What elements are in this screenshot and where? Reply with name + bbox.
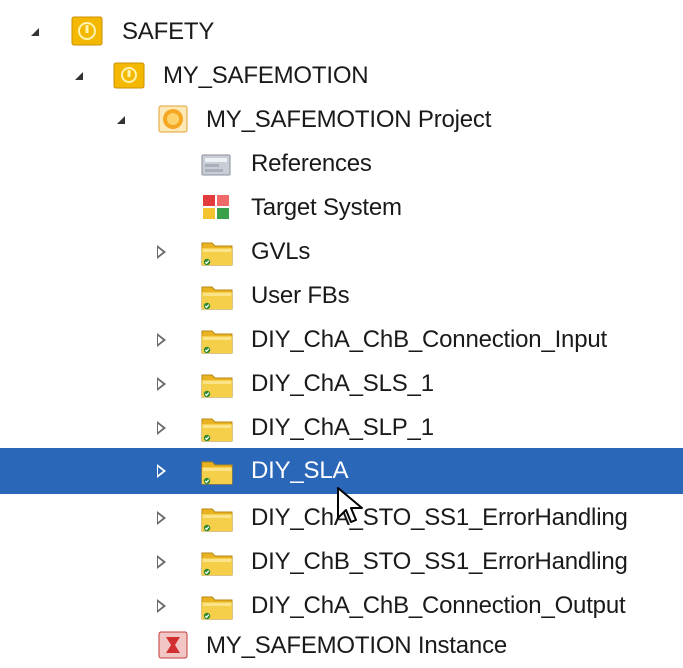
folder-icon <box>200 413 234 443</box>
collapsed-arrow-icon[interactable] <box>150 507 172 529</box>
expanded-arrow-icon[interactable] <box>24 21 46 43</box>
tree-item-label: DIY_SLA <box>251 457 349 484</box>
collapsed-arrow-icon[interactable] <box>150 329 172 351</box>
instance-icon <box>158 631 188 659</box>
tree-item-chb-sto[interactable]: DIY_ChB_STO_SS1_ErrorHandling <box>0 540 683 584</box>
tree-item-my-safemotion[interactable]: MY_SAFEMOTION <box>0 54 683 98</box>
safety-icon <box>71 16 103 46</box>
folder-icon <box>200 237 234 267</box>
tree-item-label: User FBs <box>251 282 350 309</box>
tree-item-label: MY_SAFEMOTION <box>163 62 369 89</box>
tree-item-label: References <box>251 150 372 177</box>
tree-item-label: MY_SAFEMOTION Project <box>206 106 492 133</box>
solution-tree: SAFETY MY_SAFEMOTION MY_SAFEMOTION Proje… <box>0 0 683 666</box>
tree-item-label: DIY_ChA_STO_SS1_ErrorHandling <box>251 504 628 531</box>
tree-item-label: Target System <box>251 194 402 221</box>
project-icon <box>158 105 188 133</box>
expanded-arrow-icon[interactable] <box>68 65 90 87</box>
folder-icon <box>200 281 234 311</box>
tree-item-label: DIY_ChA_ChB_Connection_Input <box>251 326 607 353</box>
tree-item-label: DIY_ChA_SLP_1 <box>251 414 434 441</box>
collapsed-arrow-icon[interactable] <box>150 551 172 573</box>
collapsed-arrow-icon[interactable] <box>150 373 172 395</box>
expanded-arrow-icon[interactable] <box>110 109 132 131</box>
references-icon <box>201 154 231 176</box>
tree-item-label: MY_SAFEMOTION Instance <box>206 632 508 659</box>
tree-item-label: DIY_ChA_ChB_Connection_Output <box>251 592 626 619</box>
tree-item-label: DIY_ChB_STO_SS1_ErrorHandling <box>251 548 628 575</box>
tree-item-connection-input[interactable]: DIY_ChA_ChB_Connection_Input <box>0 318 683 362</box>
tree-item-label: DIY_ChA_SLS_1 <box>251 370 434 397</box>
tree-item-user-fbs[interactable]: User FBs <box>0 274 683 318</box>
tree-item-label: SAFETY <box>122 18 215 45</box>
safety-group-icon <box>113 62 145 89</box>
tree-item-connection-output[interactable]: DIY_ChA_ChB_Connection_Output <box>0 584 683 628</box>
tree-item-instance[interactable]: MY_SAFEMOTION Instance <box>0 624 683 668</box>
tree-item-label: GVLs <box>251 238 311 265</box>
collapsed-arrow-icon[interactable] <box>150 595 172 617</box>
tree-item-safety[interactable]: SAFETY <box>0 10 683 54</box>
tree-item-cha-slp[interactable]: DIY_ChA_SLP_1 <box>0 406 683 450</box>
collapsed-arrow-icon[interactable] <box>150 417 172 439</box>
tree-item-project[interactable]: MY_SAFEMOTION Project <box>0 98 683 142</box>
mouse-cursor-icon <box>337 487 363 523</box>
folder-icon <box>200 547 234 577</box>
folder-icon <box>200 369 234 399</box>
collapsed-arrow-icon[interactable] <box>150 460 172 482</box>
folder-icon <box>200 591 234 621</box>
folder-icon <box>200 456 234 486</box>
tree-item-cha-sls[interactable]: DIY_ChA_SLS_1 <box>0 362 683 406</box>
folder-icon <box>200 503 234 533</box>
tree-item-references[interactable]: References <box>0 142 683 186</box>
target-system-icon <box>203 195 229 219</box>
tree-item-gvls[interactable]: GVLs <box>0 230 683 274</box>
tree-item-target-system[interactable]: Target System <box>0 186 683 230</box>
folder-icon <box>200 325 234 355</box>
collapsed-arrow-icon[interactable] <box>150 241 172 263</box>
